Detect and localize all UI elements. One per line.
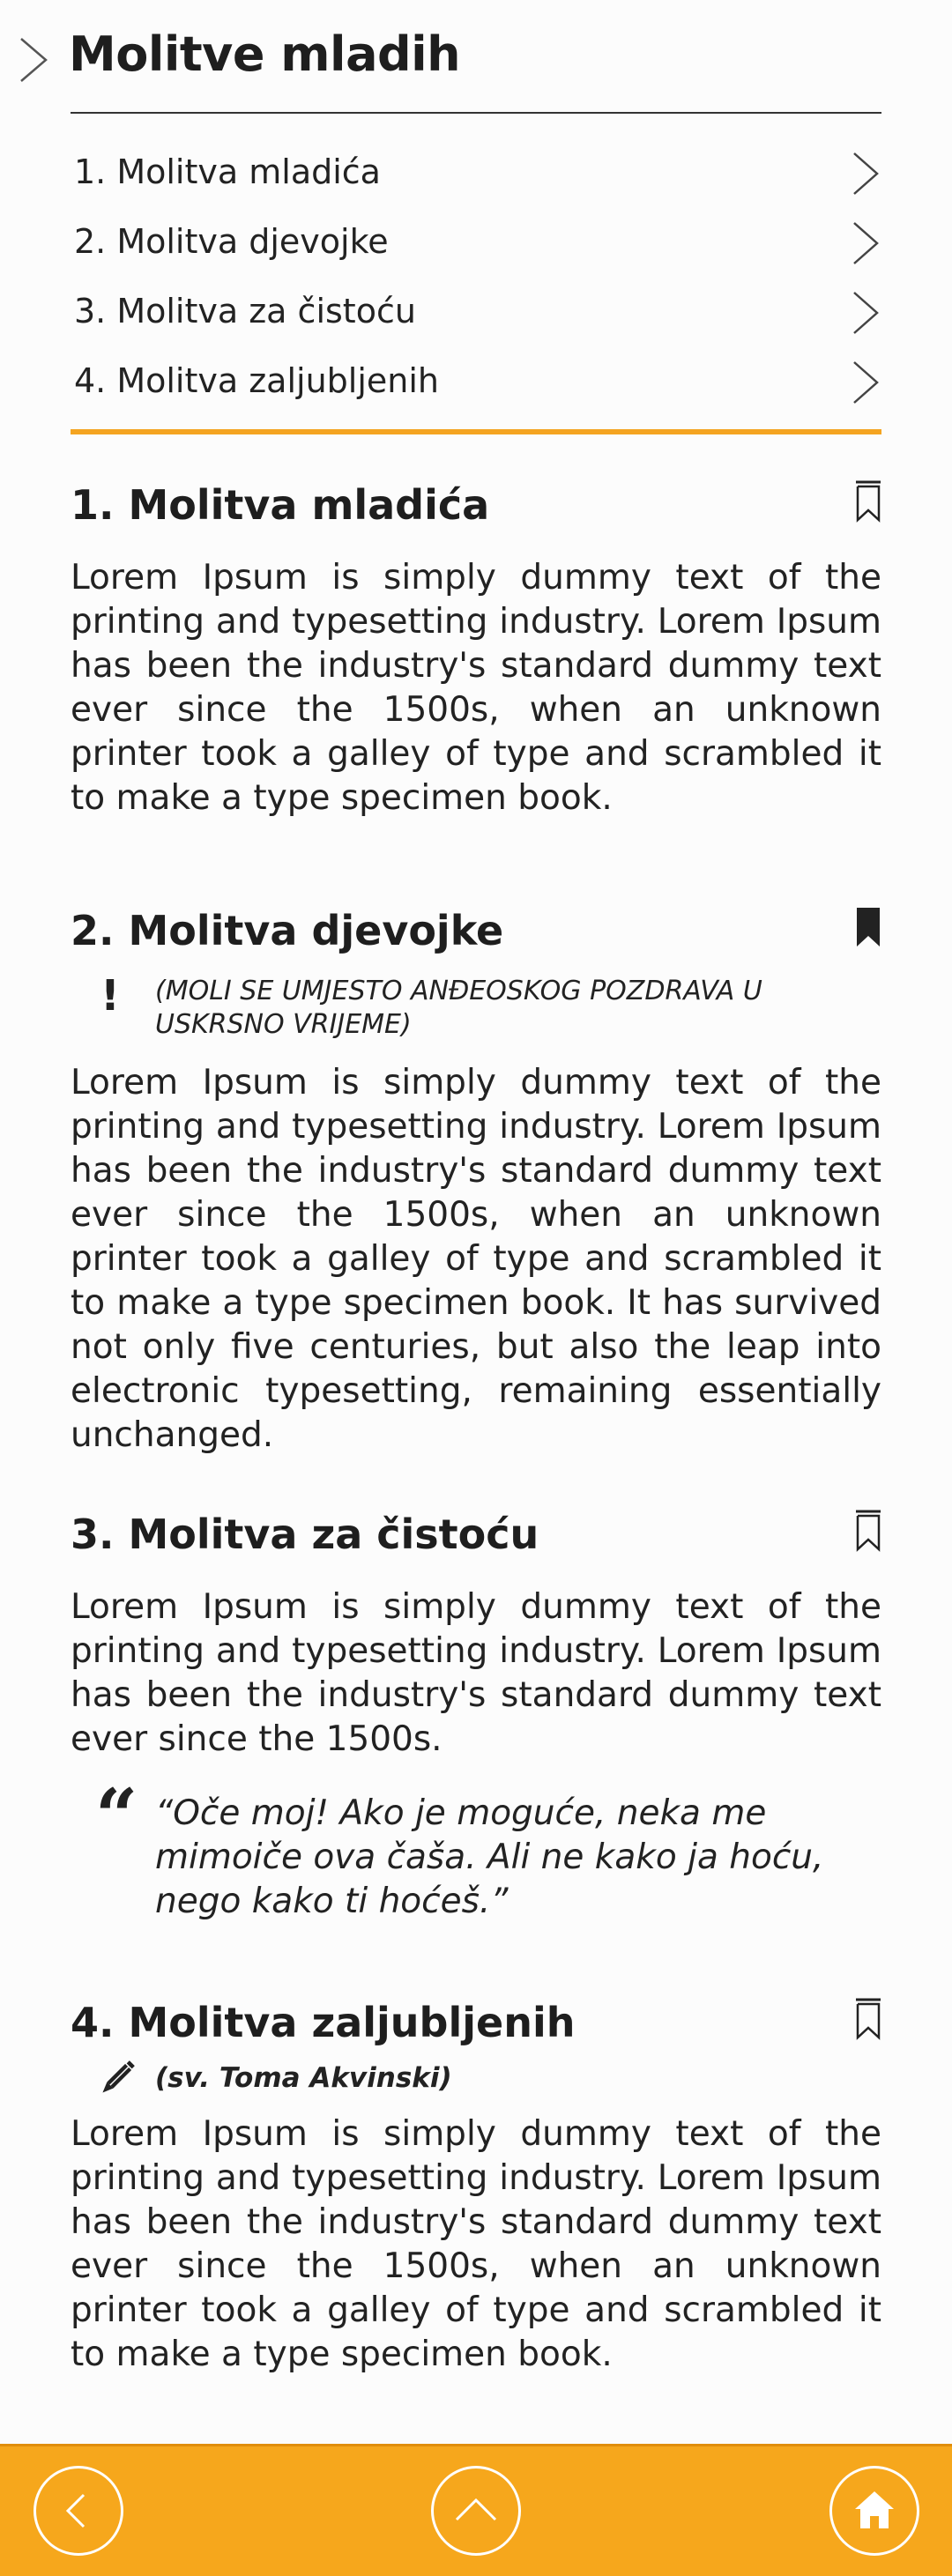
note: ! (MOLI SE UMJESTO ANĐEOSKOG POZDRAVA U … xyxy=(71,975,881,1042)
section-title: 1. Molitva mladića xyxy=(71,481,490,529)
author-text: (sv. Toma Akvinski) xyxy=(155,2062,452,2094)
page-title: Molitve mladih xyxy=(69,26,461,82)
divider xyxy=(0,2444,952,2446)
section-title: 3. Molitva za čistoću xyxy=(71,1511,539,1558)
page-header: Molitve mladih xyxy=(0,0,952,115)
bottom-nav-bar xyxy=(0,2444,952,2576)
home-icon xyxy=(855,2491,894,2528)
toc-list: 1. Molitva mladića 2. Molitva djevojke 3… xyxy=(71,137,881,415)
chevron-right-icon[interactable] xyxy=(16,35,51,85)
prayer-section-1: 1. Molitva mladića Lorem Ipsum is simply… xyxy=(71,480,881,820)
section-body: Lorem Ipsum is simply dummy text of the … xyxy=(71,558,881,818)
toc-item-molitva-djevojke[interactable]: 2. Molitva djevojke xyxy=(71,206,881,276)
quote-text: “Oče moj! Ako je moguće, neka me mimoiče… xyxy=(155,1793,824,1921)
section-body: Lorem Ipsum is simply dummy text of the … xyxy=(71,1063,881,1455)
bookmark-outline-icon[interactable] xyxy=(855,1998,881,2040)
toc-item-label: 2. Molitva djevojke xyxy=(74,221,389,261)
exclamation-icon: ! xyxy=(100,971,120,1021)
section-title: 4. Molitva zaljubljenih xyxy=(71,1999,576,2046)
chevron-up-icon xyxy=(455,2498,497,2521)
toc-item-molitva-mladica[interactable]: 1. Molitva mladića xyxy=(71,137,881,206)
author-line: (sv. Toma Akvinski) xyxy=(71,2058,881,2102)
quote-icon: “ xyxy=(95,1772,138,1860)
prayer-section-4: 4. Molitva zaljubljenih (sv. Toma Akvins… xyxy=(71,1998,881,2377)
prayer-section-3: 3. Molitva za čistoću Lorem Ipsum is sim… xyxy=(71,1510,881,1924)
back-button[interactable] xyxy=(33,2466,123,2556)
scroll-top-button[interactable] xyxy=(431,2466,521,2556)
chevron-right-icon xyxy=(853,222,879,264)
toc-item-label: 3. Molitva za čistoću xyxy=(74,291,416,330)
chevron-right-icon xyxy=(853,292,879,334)
pencil-icon xyxy=(102,2059,137,2093)
prayer-section-2: 2. Molitva djevojke ! (MOLI SE UMJESTO A… xyxy=(71,906,881,1458)
section-title: 2. Molitva djevojke xyxy=(71,907,504,954)
toc-item-molitva-zaljubljenih[interactable]: 4. Molitva zaljubljenih xyxy=(71,345,881,415)
home-button[interactable] xyxy=(829,2466,919,2556)
chevron-right-icon xyxy=(853,152,879,195)
bookmark-outline-icon[interactable] xyxy=(855,1510,881,1552)
section-body: Lorem Ipsum is simply dummy text of the … xyxy=(71,2114,881,2374)
toc-item-molitva-za-cistocu[interactable]: 3. Molitva za čistoću xyxy=(71,276,881,345)
section-body: Lorem Ipsum is simply dummy text of the … xyxy=(71,1587,881,1759)
bookmark-filled-icon[interactable] xyxy=(855,906,881,948)
accent-divider xyxy=(71,429,881,434)
toc-item-label: 1. Molitva mladića xyxy=(74,152,381,191)
bookmark-outline-icon[interactable] xyxy=(855,480,881,523)
chevron-left-icon xyxy=(65,2493,86,2528)
chevron-right-icon xyxy=(853,361,879,404)
toc-item-label: 4. Molitva zaljubljenih xyxy=(74,360,440,400)
quote-block: “ “Oče moj! Ako je moguće, neka me mimoi… xyxy=(71,1779,881,1924)
divider xyxy=(71,112,881,114)
note-text: (MOLI SE UMJESTO ANĐEOSKOG POZDRAVA U US… xyxy=(155,976,762,1040)
